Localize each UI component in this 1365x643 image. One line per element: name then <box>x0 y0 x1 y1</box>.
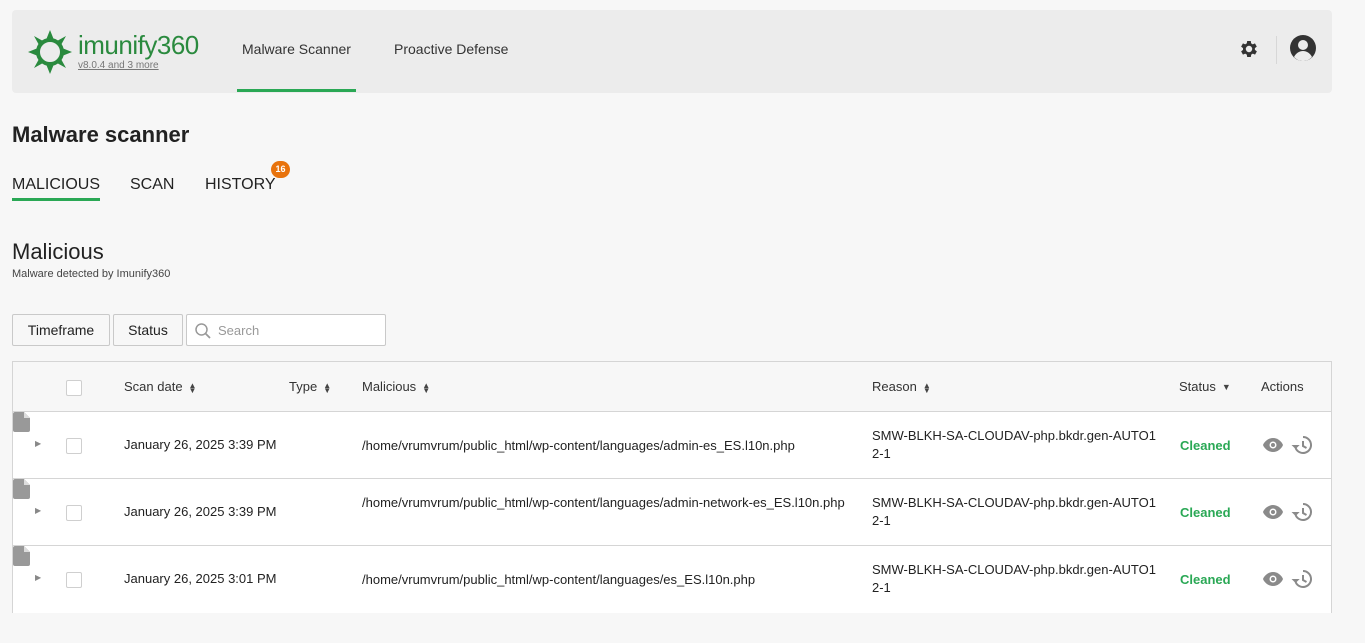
scan-date: January 26, 2025 3:39 PM <box>124 504 277 519</box>
column-status-label: Status <box>1179 379 1216 394</box>
status-badge: Cleaned <box>1180 438 1231 453</box>
tab-scan[interactable]: SCAN <box>130 176 174 194</box>
table-row[interactable]: ▶ January 26, 2025 3:01 PM /home/vrumvru… <box>13 546 1331 613</box>
malicious-file-path: /home/vrumvrum/public_html/wp-content/la… <box>362 495 845 510</box>
malicious-file-path: /home/vrumvrum/public_html/wp-content/la… <box>362 438 795 453</box>
status-filter-button[interactable]: Status <box>113 314 183 346</box>
section-subtitle: Malware detected by Imunify360 <box>12 268 171 280</box>
detection-reason: SMW-BLKH-SA-CLOUDAV-php.bkdr.gen-AUTO12-… <box>872 495 1156 528</box>
sort-desc-icon: ▼ <box>1221 382 1231 393</box>
history-count-badge: 16 <box>271 161 290 178</box>
column-actions: Actions <box>1261 379 1304 394</box>
eye-icon[interactable] <box>1262 504 1284 520</box>
scan-date: January 26, 2025 3:01 PM <box>124 571 277 586</box>
search-icon <box>195 323 211 339</box>
detection-reason: SMW-BLKH-SA-CLOUDAV-php.bkdr.gen-AUTO12-… <box>872 562 1156 595</box>
sort-icon: ▲ ▼ <box>188 380 197 395</box>
search-input[interactable] <box>218 321 378 339</box>
status-badge: Cleaned <box>1180 505 1231 520</box>
nav-malware-scanner[interactable]: Malware Scanner <box>237 10 356 93</box>
expand-row-icon[interactable]: ▶ <box>35 573 41 582</box>
sort-icon: ▲ ▼ <box>323 380 332 395</box>
row-checkbox[interactable] <box>66 438 82 454</box>
gear-icon[interactable] <box>1238 38 1260 60</box>
malicious-file-path: /home/vrumvrum/public_html/wp-content/la… <box>362 572 756 587</box>
history-icon[interactable] <box>1291 568 1313 590</box>
timeframe-filter-button[interactable]: Timeframe <box>12 314 110 346</box>
tab-history[interactable]: HISTORY <box>205 176 276 194</box>
column-malicious-label: Malicious <box>362 379 417 394</box>
imunify-logo-icon <box>28 30 72 74</box>
malicious-files-table: Scan date ▲ ▼ Type ▲ ▼ Malicious ▲ ▼ Reason ▲ ▼ … <box>12 361 1332 613</box>
sort-icon: ▲ ▼ <box>922 380 931 395</box>
brand-name: imunify360 <box>78 30 199 60</box>
column-reason-label: Reason <box>872 379 917 394</box>
column-scan-date[interactable]: Scan date ▲ ▼ <box>124 362 196 412</box>
eye-icon[interactable] <box>1262 571 1284 587</box>
column-scan-date-label: Scan date <box>124 379 183 394</box>
file-icon <box>13 479 30 499</box>
version-link[interactable]: v8.0.4 and 3 more <box>78 60 199 71</box>
imunify360-logo[interactable]: imunify360 v8.0.4 and 3 more <box>26 28 199 76</box>
column-type-label: Type <box>289 379 318 394</box>
page-title: Malware scanner <box>12 122 190 147</box>
row-checkbox[interactable] <box>66 505 82 521</box>
column-status[interactable]: Status ▼ <box>1179 362 1231 412</box>
expand-row-icon[interactable]: ▶ <box>35 439 41 448</box>
section-title: Malicious <box>12 239 104 264</box>
detection-reason: SMW-BLKH-SA-CLOUDAV-php.bkdr.gen-AUTO12-… <box>872 428 1156 461</box>
header-divider <box>1276 36 1277 64</box>
table-header: Scan date ▲ ▼ Type ▲ ▼ Malicious ▲ ▼ Reason ▲ ▼ … <box>13 362 1331 412</box>
sort-icon: ▲ ▼ <box>422 380 431 395</box>
top-navigation-bar: imunify360 v8.0.4 and 3 more Malware Sca… <box>12 10 1332 93</box>
table-row[interactable]: ▶ January 26, 2025 3:39 PM /home/vrumvru… <box>13 479 1331 546</box>
search-box <box>186 314 386 346</box>
scan-date: January 26, 2025 3:39 PM <box>124 437 277 452</box>
file-icon <box>13 412 30 432</box>
eye-icon[interactable] <box>1262 437 1284 453</box>
tab-malicious[interactable]: MALICIOUS <box>12 176 101 201</box>
status-badge: Cleaned <box>1180 572 1231 587</box>
nav-proactive-defense[interactable]: Proactive Defense <box>394 10 508 93</box>
column-type[interactable]: Type ▲ ▼ <box>289 362 331 412</box>
row-checkbox[interactable] <box>66 572 82 588</box>
column-reason[interactable]: Reason ▲ ▼ <box>872 362 931 412</box>
expand-row-icon[interactable]: ▶ <box>35 506 41 515</box>
select-all-checkbox[interactable] <box>66 380 82 396</box>
history-icon[interactable] <box>1291 434 1313 456</box>
table-row[interactable]: ▶ January 26, 2025 3:39 PM /home/vrumvru… <box>13 412 1331 479</box>
user-avatar-icon[interactable] <box>1289 34 1317 62</box>
file-icon <box>13 546 30 566</box>
column-malicious[interactable]: Malicious ▲ ▼ <box>362 362 430 412</box>
history-icon[interactable] <box>1291 501 1313 523</box>
